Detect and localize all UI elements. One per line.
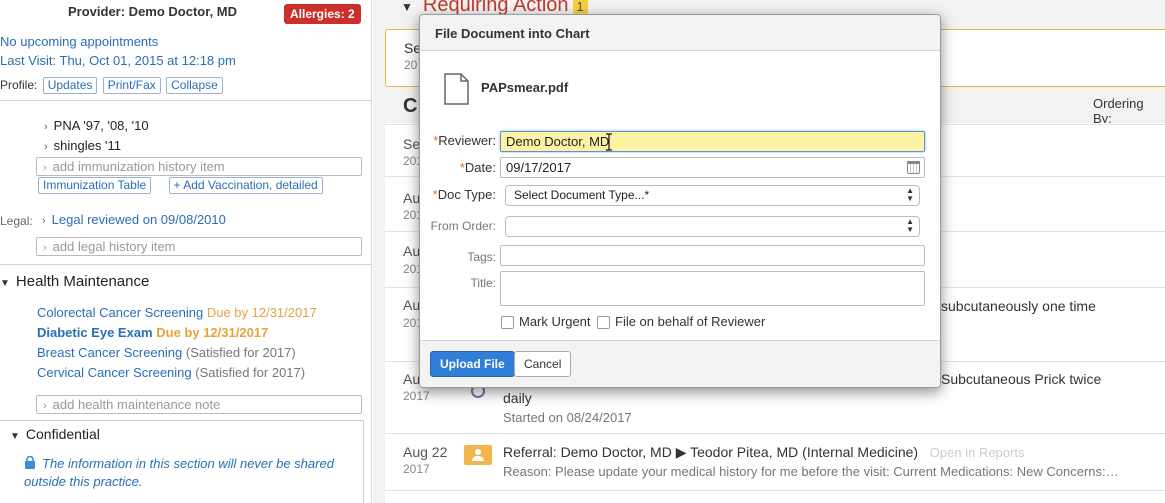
tags-label: Tags: xyxy=(467,250,496,264)
cancel-button[interactable]: Cancel xyxy=(514,351,572,377)
upload-file-button[interactable]: Upload File xyxy=(430,351,515,377)
date-input[interactable]: 09/17/2017 xyxy=(500,157,925,178)
mark-urgent-label[interactable]: Mark Urgent xyxy=(519,314,591,329)
dialog-title: File Document into Chart xyxy=(435,26,590,41)
text-cursor-icon xyxy=(606,133,612,151)
file-name: PAPsmear.pdf xyxy=(481,80,569,95)
dialog-footer: Upload File Cancel xyxy=(420,340,940,387)
reviewer-label: *Reviewer: xyxy=(433,133,496,148)
file-on-behalf-label[interactable]: File on behalf of Reviewer xyxy=(615,314,765,329)
file-document-dialog: File Document into Chart PAPsmear.pdf *R… xyxy=(419,14,941,388)
select-arrows-icon: ▲ ▼ xyxy=(906,186,914,203)
tags-input[interactable] xyxy=(500,245,925,266)
doc-type-select[interactable]: Select Document Type...* ▲ ▼ xyxy=(505,185,920,206)
reviewer-input[interactable]: Demo Doctor, MD xyxy=(500,131,925,152)
file-on-behalf-checkbox[interactable] xyxy=(597,316,610,329)
dialog-header: File Document into Chart xyxy=(420,15,940,51)
title-label: Title: xyxy=(470,276,496,290)
document-file-icon xyxy=(444,73,469,105)
date-label: *Date: xyxy=(459,160,496,175)
from-order-select[interactable]: ▲ ▼ xyxy=(505,216,920,237)
from-order-label: From Order: xyxy=(430,219,496,233)
title-textarea[interactable] xyxy=(500,271,925,306)
doc-type-label: *Doc Type: xyxy=(432,187,496,202)
calendar-icon[interactable] xyxy=(907,161,920,174)
mark-urgent-checkbox[interactable] xyxy=(501,316,514,329)
select-arrows-icon: ▲ ▼ xyxy=(906,217,914,234)
